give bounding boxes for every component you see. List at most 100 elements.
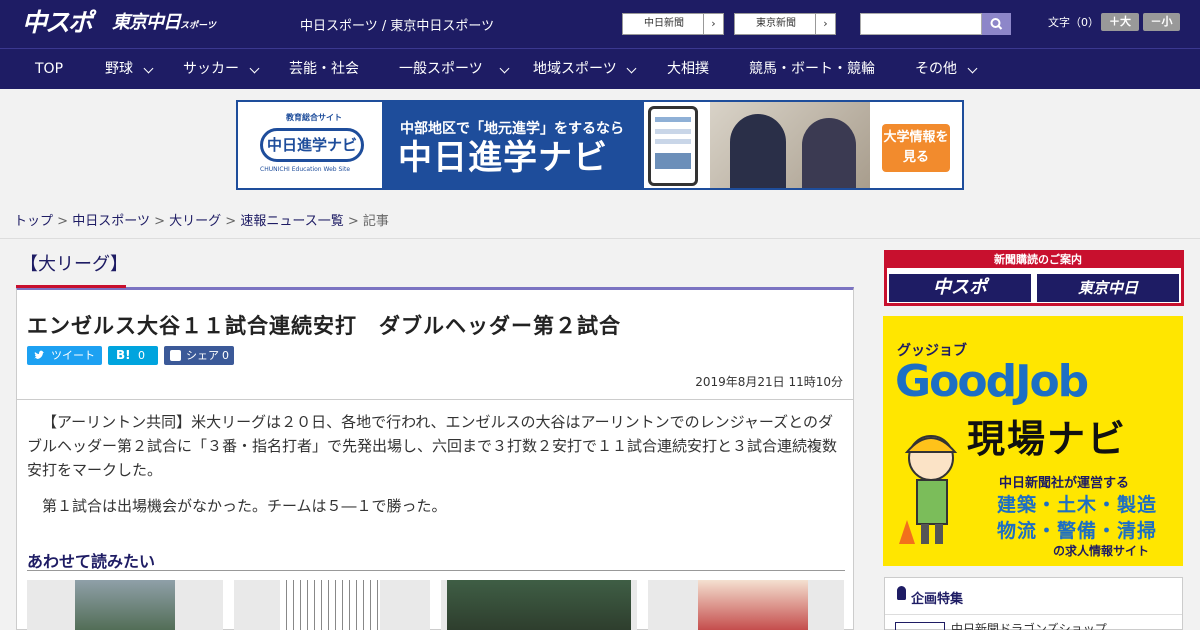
banner-tagline: 中部地区で「地元進学」をするなら xyxy=(400,121,624,137)
facebook-share-label: シェア xyxy=(186,349,219,362)
divider xyxy=(885,614,1182,615)
nav-item-top[interactable]: TOP xyxy=(35,49,63,89)
divider xyxy=(17,399,853,400)
chevron-down-icon xyxy=(967,63,978,74)
tokyo-shimbun-label: 東京新聞 xyxy=(756,18,796,29)
nav-label: サッカー xyxy=(183,61,239,77)
breadcrumb-top[interactable]: トップ xyxy=(14,214,53,229)
chevron-right-icon: › xyxy=(815,14,835,34)
divider xyxy=(27,570,845,571)
nav-item-others[interactable]: その他 xyxy=(915,49,980,89)
article-headline: エンゼルス大谷１１試合連続安打 ダブルヘッダー第２試合 xyxy=(27,314,621,338)
chunichi-shimbun-link[interactable]: 中日新聞 › xyxy=(622,13,724,35)
search-button[interactable] xyxy=(982,13,1011,35)
article-paragraph: 【アーリントン共同】米大リーグは２０日、各地で行われ、エンゼルスの大谷はアーリン… xyxy=(27,413,838,479)
chevron-down-icon xyxy=(249,63,260,74)
ad-line-2: 物流・警備・清掃 xyxy=(997,520,1158,542)
nav-item-general-sports[interactable]: 一般スポーツ xyxy=(399,49,511,89)
nav-item-baseball[interactable]: 野球 xyxy=(105,49,155,89)
breadcrumb-separator: > xyxy=(57,214,69,229)
related-photo xyxy=(447,580,631,630)
breadcrumb: トップ > 中日スポーツ > 大リーグ > 速報ニュース一覧 > 記事 xyxy=(14,210,389,229)
nav-label: 大相撲 xyxy=(667,61,709,77)
twitter-icon xyxy=(34,350,44,359)
nav-item-racing[interactable]: 競馬・ボート・競輪 xyxy=(749,49,875,89)
related-thumbnail[interactable] xyxy=(234,580,430,630)
font-size-down-button[interactable]: －小 xyxy=(1143,13,1180,31)
nav-label: 競馬・ボート・競輪 xyxy=(749,61,875,77)
nav-item-sumo[interactable]: 大相撲 xyxy=(667,49,709,89)
font-size-label: 文字（0） xyxy=(1048,16,1099,29)
article-date: 2019年8月21日 11時10分 xyxy=(695,375,843,389)
nav-item-soccer[interactable]: サッカー xyxy=(183,49,261,89)
university-info-button[interactable]: 大学情報を見る xyxy=(882,124,950,172)
smartphone-image xyxy=(648,106,698,186)
banner-logo-caption: 教育総合サイト xyxy=(286,113,342,122)
search-icon xyxy=(990,18,1003,30)
student-figure xyxy=(730,114,786,188)
nav-label: 野球 xyxy=(105,61,133,77)
main-nav: TOP 野球 サッカー 芸能・社会 一般スポーツ 地域スポーツ 大相撲 競馬・ボ… xyxy=(0,48,1200,89)
tokyo-chunichi-logo-text: 東京中日 xyxy=(112,12,181,33)
nav-item-local-sports[interactable]: 地域スポーツ xyxy=(533,49,637,89)
ad-title: 現場ナビ xyxy=(967,417,1128,461)
banner-logo-mark: 中日進学ナビ xyxy=(260,128,364,162)
banner-logo-sub: CHUNICHI Education Web Site xyxy=(260,166,351,173)
hatena-button[interactable]: B! 0 xyxy=(108,346,158,365)
font-size-up-button[interactable]: ＋大 xyxy=(1101,13,1139,31)
related-photo xyxy=(698,580,808,630)
chevron-down-icon xyxy=(626,63,637,74)
breadcrumb-chuspo[interactable]: 中日スポーツ xyxy=(72,214,150,229)
hatena-icon: B! xyxy=(116,348,131,362)
facebook-share-count: 0 xyxy=(222,349,229,362)
chevron-down-icon xyxy=(499,63,510,74)
special-feature-title: 企画特集 xyxy=(911,592,964,607)
special-feature-item[interactable]: 中日新聞ドラゴンズショップ xyxy=(951,620,1107,630)
student-figure xyxy=(802,118,856,188)
breadcrumb-separator: > xyxy=(225,214,237,229)
breadcrumb-separator: > xyxy=(347,214,359,229)
chuspo-logo[interactable]: 中スポ xyxy=(22,8,93,38)
related-heading: あわせて読みたい xyxy=(27,552,156,571)
nav-label: TOP xyxy=(35,61,64,77)
related-thumbnail[interactable] xyxy=(648,580,844,630)
breadcrumb-current: 記事 xyxy=(362,214,389,229)
breadcrumb-mlb[interactable]: 大リーグ xyxy=(169,214,221,229)
nav-item-entertainment[interactable]: 芸能・社会 xyxy=(289,49,359,89)
hatena-count: 0 xyxy=(138,349,145,362)
search-input[interactable] xyxy=(860,13,982,35)
related-thumbnail[interactable] xyxy=(27,580,223,630)
ad-brand: GoodJob xyxy=(895,356,1089,407)
ad-line-1: 建築・土木・製造 xyxy=(997,494,1158,516)
nav-label: その他 xyxy=(915,61,957,77)
ad-operator: 中日新聞社が運営する xyxy=(999,476,1130,491)
related-thumbnail[interactable] xyxy=(441,580,637,630)
tokyo-chunichi-logo[interactable]: 東京中日スポーツ xyxy=(112,11,216,38)
subscription-heading: 新聞購読のご案内 xyxy=(994,253,1082,266)
article-card: エンゼルス大谷１１試合連続安打 ダブルヘッダー第２試合 ツイート B! 0 シェ… xyxy=(16,287,854,630)
goodjob-ad[interactable]: グッジョブ GoodJob 現場ナビ 中日新聞社が運営する 建築・土木・製造 物… xyxy=(883,316,1183,566)
tokyo-chunichi-logo-small: スポーツ xyxy=(180,21,216,31)
breadcrumb-separator: > xyxy=(154,214,165,229)
students-photo xyxy=(710,102,870,188)
related-photo xyxy=(75,580,175,630)
article-paragraph: 第１試合は出場機会がなかった。チームは５―１で勝った。 xyxy=(42,497,447,515)
article-body: 【アーリントン共同】米大リーグは２０日、各地で行われ、エンゼルスの大谷はアーリン… xyxy=(27,410,845,518)
tweet-label: ツイート xyxy=(51,349,95,362)
tokyo-shimbun-link[interactable]: 東京新聞 › xyxy=(734,13,836,35)
breadcrumb-news-list[interactable]: 速報ニュース一覧 xyxy=(240,214,343,229)
nav-label: 一般スポーツ xyxy=(399,61,483,77)
subscribe-chuspo-link[interactable]: 中スポ xyxy=(889,274,1031,302)
facebook-share-button[interactable]: シェア 0 xyxy=(164,346,234,365)
chunichi-shimbun-label: 中日新聞 xyxy=(644,18,684,29)
category-accent-bar xyxy=(16,285,126,288)
chevron-right-icon: › xyxy=(703,14,723,34)
banner-main-title: 中日進学ナビ xyxy=(398,138,608,178)
subscribe-tokyo-chunichi-link[interactable]: 東京中日 xyxy=(1037,274,1179,302)
site-header: 中スポ 東京中日スポーツ 中日スポーツ / 東京中日スポーツ 中日新聞 › 東京… xyxy=(0,0,1200,48)
banner-logo-panel: 教育総合サイト 中日進学ナビ CHUNICHI Education Web Si… xyxy=(238,102,384,188)
nav-label: 芸能・社会 xyxy=(289,61,359,77)
ad-footer: の求人情報サイト xyxy=(1053,544,1150,558)
tweet-button[interactable]: ツイート xyxy=(27,346,102,365)
shingaku-navi-banner[interactable]: 教育総合サイト 中日進学ナビ CHUNICHI Education Web Si… xyxy=(236,100,964,190)
